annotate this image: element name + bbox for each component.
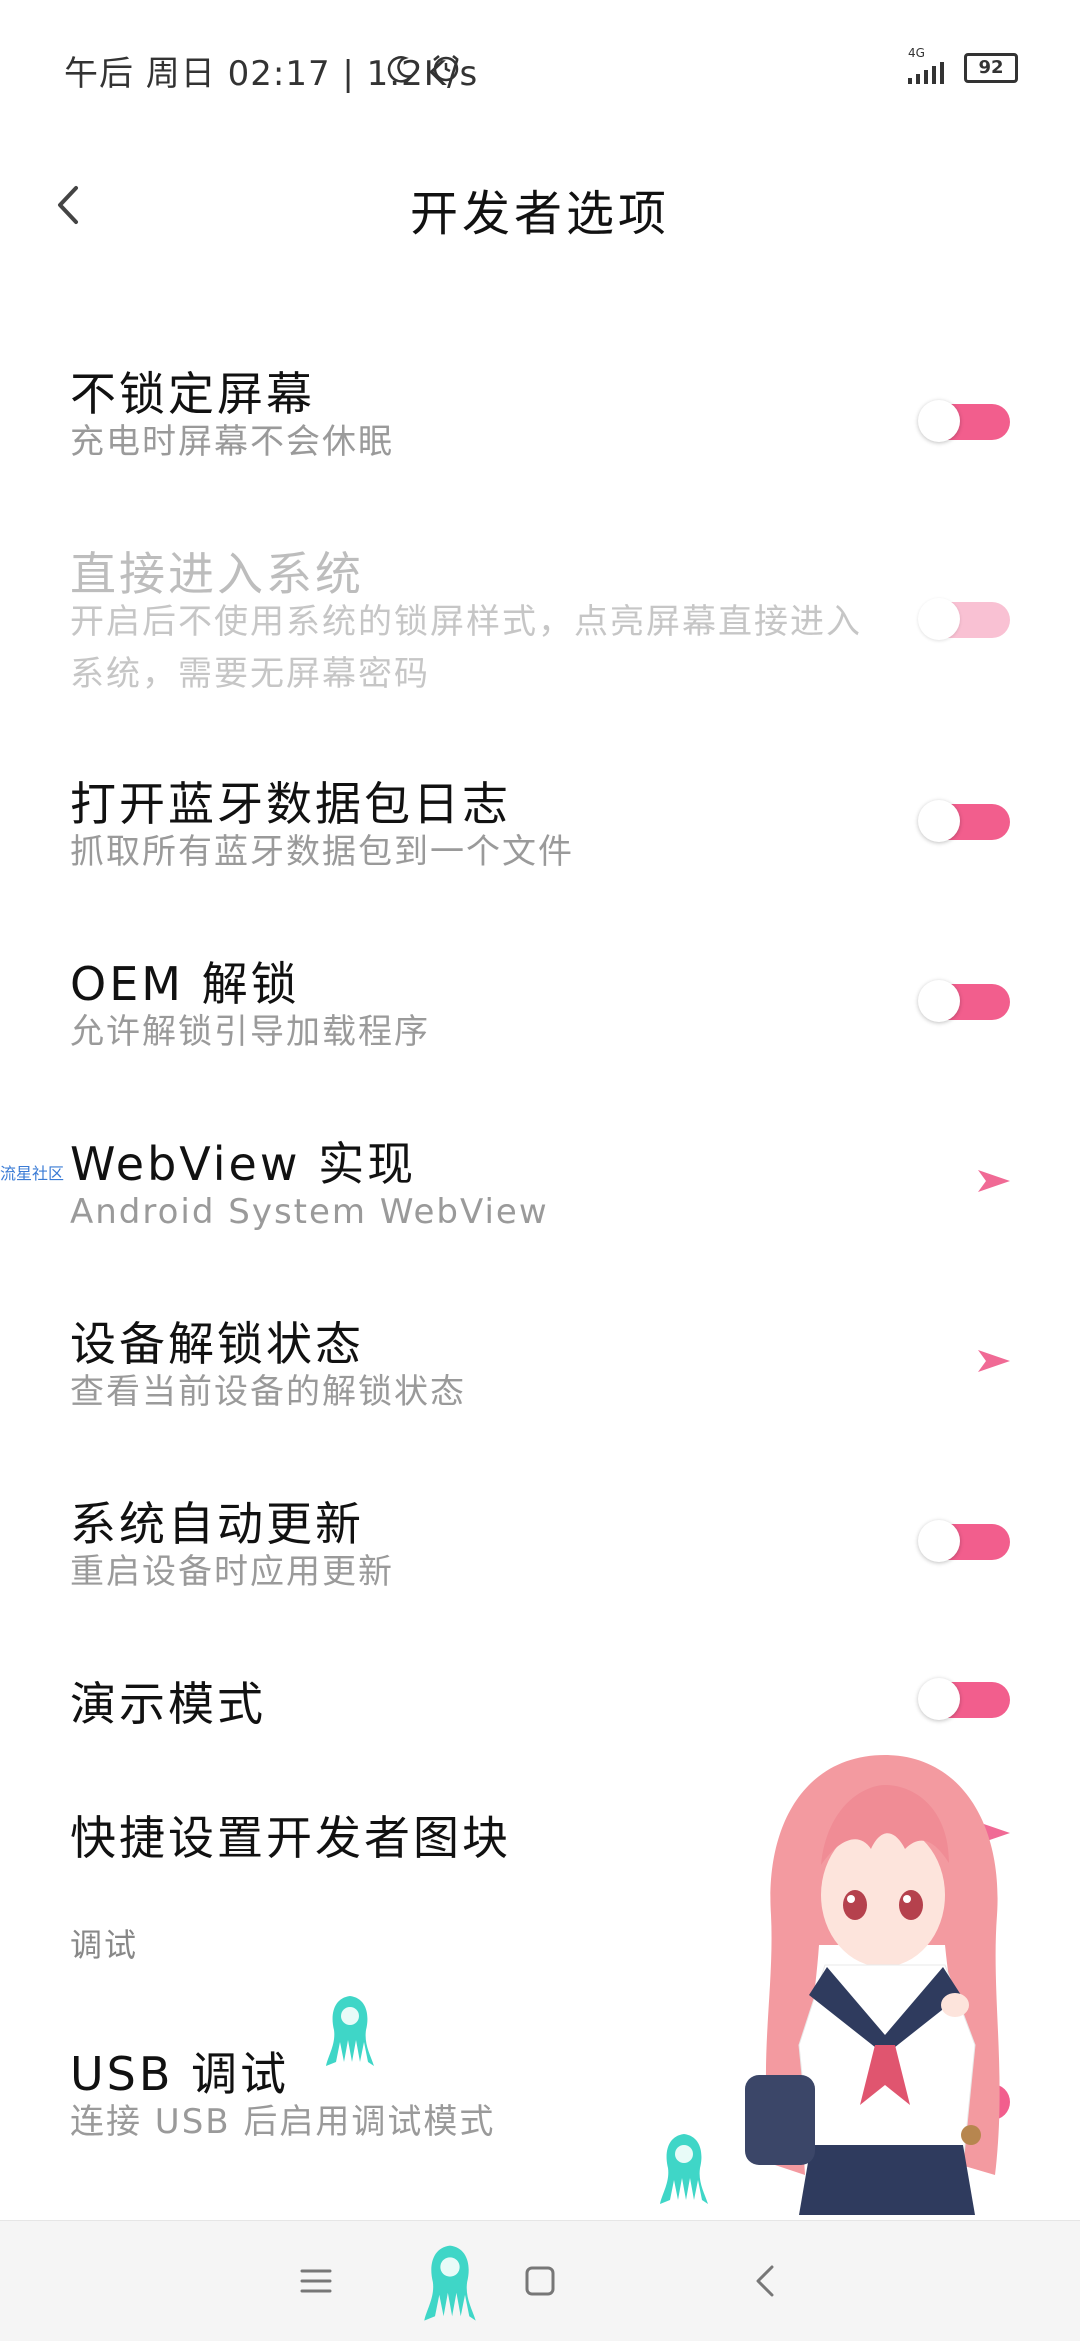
status-text: 午后 周日 02:17 | 1.2K/s (64, 54, 479, 94)
alarm-icon (433, 55, 459, 82)
setting-title: 快捷设置开发者图块 (70, 1811, 511, 1865)
setting-row-webview[interactable]: WebView 实现 Android System WebView (0, 1120, 1080, 1250)
anime-girl-illustration (745, 1755, 1000, 2215)
teal-figure-icon (660, 2134, 708, 2204)
setting-subtitle: Android System WebView (70, 1192, 549, 1232)
menu-icon[interactable] (286, 2251, 346, 2311)
section-header-debug: 调试 (70, 1926, 139, 1964)
setting-title: 系统自动更新 (70, 1497, 364, 1551)
setting-title: WebView 实现 (70, 1137, 417, 1191)
setting-title: 直接进入系统 (70, 547, 364, 601)
setting-subtitle: 查看当前设备的解锁状态 (70, 1372, 466, 1412)
setting-title: 演示模式 (70, 1677, 266, 1731)
arrow-right-icon[interactable] (974, 1166, 1014, 1196)
page-title: 开发者选项 (409, 186, 670, 242)
setting-row-stay-awake[interactable]: 不锁定屏幕 充电时屏幕不会休眠 (0, 350, 1080, 480)
auto-update-toggle[interactable] (918, 1520, 1010, 1562)
header: 开发者选项 (0, 150, 1080, 260)
teal-figure-icon (326, 1996, 374, 2066)
back-triangle-icon[interactable] (736, 2251, 796, 2311)
bluetooth-log-toggle[interactable] (918, 800, 1010, 842)
signal-icon: 4G (906, 46, 950, 84)
direct-enter-toggle[interactable] (918, 598, 1010, 640)
setting-title: 不锁定屏幕 (70, 367, 315, 421)
setting-title: 打开蓝牙数据包日志 (70, 777, 511, 831)
navigation-bar (0, 2220, 1080, 2341)
setting-subtitle: 抓取所有蓝牙数据包到一个文件 (70, 832, 574, 872)
moon-icon (387, 56, 415, 83)
toggle-knob (918, 598, 960, 640)
setting-subtitle: 允许解锁引导加载程序 (70, 1012, 430, 1052)
toggle-knob (918, 400, 960, 442)
setting-title: 设备解锁状态 (70, 1317, 364, 1371)
side-tag: 流星社区 (0, 1164, 65, 1183)
toggle-knob (918, 980, 960, 1022)
setting-subtitle: 开启后不使用系统的锁屏样式，点亮屏幕直接进入系统，需要无屏幕密码 (70, 602, 862, 694)
arrow-right-icon[interactable] (974, 1346, 1014, 1376)
setting-row-auto-update[interactable]: 系统自动更新 重启设备时应用更新 (0, 1480, 1080, 1610)
setting-row-unlock-status[interactable]: 设备解锁状态 查看当前设备的解锁状态 (0, 1300, 1080, 1430)
setting-title: USB 调试 (70, 2047, 290, 2101)
setting-title: OEM 解锁 (70, 957, 300, 1011)
setting-row-bluetooth-log[interactable]: 打开蓝牙数据包日志 抓取所有蓝牙数据包到一个文件 (0, 760, 1080, 890)
setting-row-direct-enter[interactable]: 直接进入系统 开启后不使用系统的锁屏样式，点亮屏幕直接进入系统，需要无屏幕密码 (0, 530, 1080, 710)
toggle-knob (918, 1520, 960, 1562)
toggle-knob (918, 800, 960, 842)
battery-icon: 92 (964, 53, 1018, 83)
setting-row-oem-unlock[interactable]: OEM 解锁 允许解锁引导加载程序 (0, 940, 1080, 1070)
setting-subtitle: 重启设备时应用更新 (70, 1552, 394, 1592)
status-bar: 午后 周日 02:17 | 1.2K/s 4G 92 (0, 0, 1080, 130)
oem-unlock-toggle[interactable] (918, 980, 1010, 1022)
setting-subtitle: 充电时屏幕不会休眠 (70, 422, 394, 462)
teal-figure-icon (424, 2245, 476, 2321)
stay-awake-toggle[interactable] (918, 400, 1010, 442)
demo-mode-toggle[interactable] (918, 1678, 1010, 1720)
home-square-icon[interactable] (510, 2251, 570, 2311)
toggle-knob (918, 1678, 960, 1720)
